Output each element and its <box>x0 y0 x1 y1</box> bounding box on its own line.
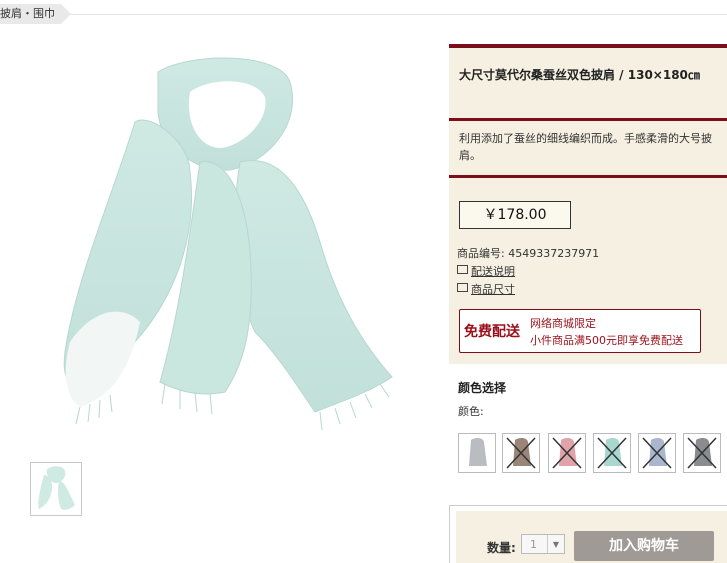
cart-box: 数量: 1 ▼ 加入购物车 <box>449 505 727 563</box>
cart-inner: 数量: 1 ▼ 加入购物车 <box>456 511 727 563</box>
color-swatch-pink[interactable] <box>548 433 586 473</box>
breadcrumb[interactable]: 披肩・围巾 <box>0 4 71 24</box>
color-swatch-brown[interactable] <box>502 433 540 473</box>
product-info-panel: 大尺寸莫代尔桑蚕丝双色披肩 / 130×180㎝ 利用添加了蚕丝的细线编织而成。… <box>449 44 727 364</box>
size-info-link-row[interactable]: 商品尺寸 <box>457 281 515 299</box>
free-shipping-line2: 小件商品满500元即享免费配送 <box>530 334 683 347</box>
add-to-cart-button[interactable]: 加入购物车 <box>574 531 714 561</box>
link-icon <box>457 283 468 292</box>
product-sku: 商品编号: 4549337237971 <box>457 247 600 260</box>
free-shipping-banner: 免费配送 网络商城限定 小件商品满500元即享免费配送 <box>459 309 701 353</box>
product-main-image[interactable] <box>40 52 410 437</box>
free-shipping-line1: 网络商城限定 <box>530 317 596 330</box>
panel-divider-2 <box>449 175 727 178</box>
color-swatch-light-blue[interactable] <box>638 433 676 473</box>
color-section-heading: 颜色选择 <box>458 381 507 395</box>
quantity-select[interactable]: 1 ▼ <box>521 534 565 554</box>
panel-divider <box>449 118 727 121</box>
quantity-label: 数量: <box>487 541 516 555</box>
shipping-info-link[interactable]: 配送说明 <box>471 265 515 278</box>
link-icon <box>457 265 468 274</box>
color-swatch-mint[interactable] <box>593 433 631 473</box>
color-swatch-dark-grey[interactable] <box>683 433 721 473</box>
product-description: 利用添加了蚕丝的细线编织而成。手感柔滑的大号披肩。 <box>459 132 712 162</box>
quantity-value[interactable]: 1 <box>530 538 537 551</box>
product-thumbnail[interactable] <box>30 462 82 516</box>
product-price: ￥178.00 <box>459 201 571 229</box>
shipping-info-link-row[interactable]: 配送说明 <box>457 263 515 281</box>
panel-top-bar <box>449 44 727 48</box>
breadcrumb-text[interactable]: 披肩・围巾 <box>0 7 55 20</box>
chevron-down-icon[interactable]: ▼ <box>547 535 564 553</box>
free-shipping-badge: 免费配送 <box>464 324 520 340</box>
color-label: 颜色: <box>458 405 484 418</box>
color-swatch-grey[interactable] <box>458 433 496 473</box>
top-divider <box>0 0 727 15</box>
size-info-link[interactable]: 商品尺寸 <box>471 283 515 296</box>
product-title: 大尺寸莫代尔桑蚕丝双色披肩 / 130×180㎝ <box>459 68 700 82</box>
